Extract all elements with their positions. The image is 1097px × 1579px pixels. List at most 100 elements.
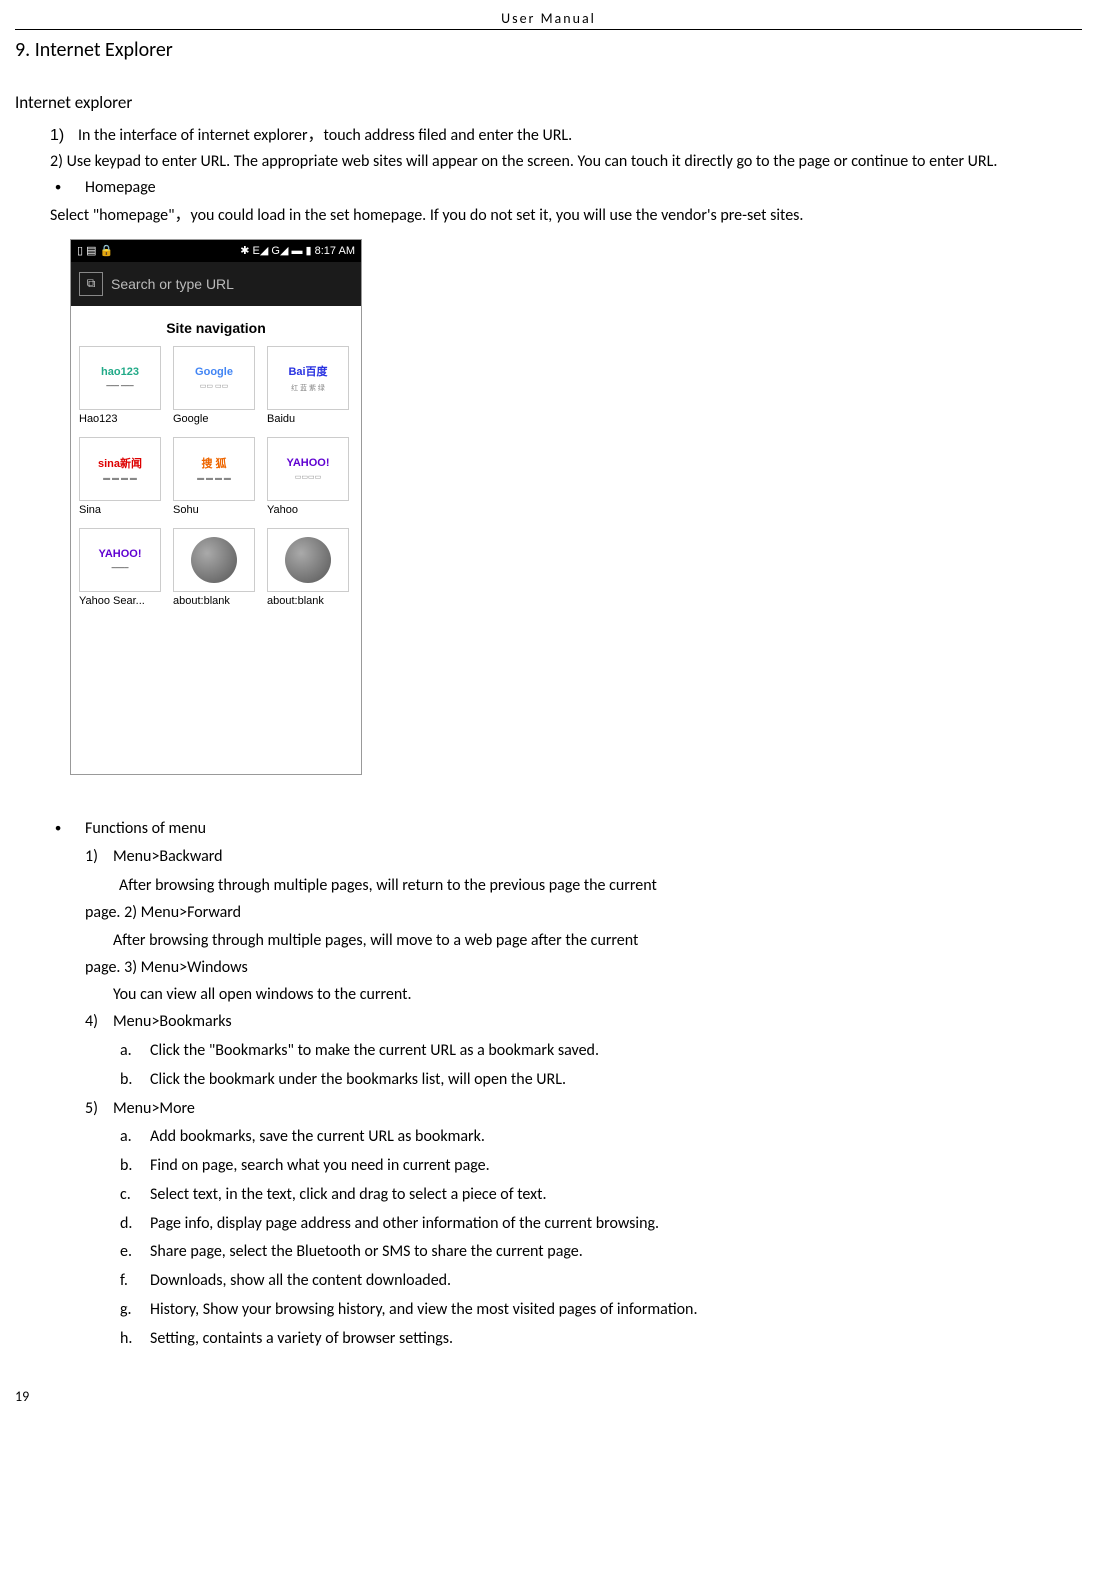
step-2: 2) Use keypad to enter URL. The appropri… [50, 149, 1082, 175]
list-item-text: Downloads, show all the content download… [150, 1267, 451, 1296]
menu-item-4: 4) Menu>Bookmarks [85, 1008, 1082, 1037]
list-item: c.Select text, in the text, click and dr… [120, 1181, 1082, 1210]
list-item-letter: b. [120, 1152, 150, 1181]
list-item: a.Click the "Bookmarks" to make the curr… [120, 1037, 1082, 1066]
list-item: e.Share page, select the Bluetooth or SM… [120, 1238, 1082, 1267]
tile-label: Sina [79, 504, 101, 516]
bullet-functions: ● Functions of menu [55, 815, 1082, 844]
list-item-letter: h. [120, 1325, 150, 1354]
menu-4-text: Menu>Bookmarks [113, 1008, 232, 1037]
tile-label: Sohu [173, 504, 199, 516]
site-tile[interactable]: 搜 狐▬ ▬ ▬ ▬ Sohu [173, 437, 257, 524]
tile-label: Google [173, 413, 208, 425]
menu-3-description: You can view all open windows to the cur… [85, 981, 1082, 1008]
list-item-letter: a. [120, 1123, 150, 1152]
tile-thumbnail: Google▭▭ ▭▭ [173, 346, 255, 410]
tile-thumbnail: Bai百度红 蓝 紫 绿 [267, 346, 349, 410]
tile-label: about:blank [173, 595, 230, 607]
section-title: 9. Internet Explorer [15, 38, 1082, 62]
menu-2-description: After browsing through multiple pages, w… [85, 927, 1082, 981]
list-item-letter: d. [120, 1210, 150, 1239]
step-1-text: In the interface of internet explorer，to… [78, 126, 572, 145]
bullet-icon: ● [55, 819, 85, 837]
tile-thumbnail: hao123━━━ ━━━ [79, 346, 161, 410]
list-item-text: Add bookmarks, save the current URL as b… [150, 1123, 485, 1152]
menu-list: 1) Menu>Backward [85, 843, 1082, 872]
site-tile[interactable]: YAHOO!━━━━ Yahoo Sear... [79, 528, 163, 615]
list-item: h.Setting, containts a variety of browse… [120, 1325, 1082, 1354]
tile-label: Yahoo [267, 504, 298, 516]
site-tile[interactable]: sina新闻▬ ▬ ▬ ▬ Sina [79, 437, 163, 524]
menu-1-desc-line-a: After browsing through multiple pages, w… [85, 872, 1082, 899]
menu-1-desc-line-b: page. 2) Menu>Forward [85, 899, 1082, 926]
menu-3-desc-line: You can view all open windows to the cur… [85, 981, 1082, 1008]
bullet-icon: ● [55, 178, 85, 196]
globe-icon [191, 537, 237, 583]
homepage-description: Select "homepage"，you could load in the … [50, 203, 1082, 229]
phone-screenshot: ▯ ▤ 🔒 ✱ E◢ G◢ ▬ ▮ 8:17 AM ⧉ Search or ty… [70, 239, 362, 775]
menu-2-desc-line-a: After browsing through multiple pages, w… [85, 927, 1082, 954]
list-item-text: Page info, display page address and othe… [150, 1210, 659, 1239]
globe-icon [285, 537, 331, 583]
url-bar[interactable]: ⧉ Search or type URL [71, 262, 361, 306]
tile-thumbnail [267, 528, 349, 592]
tile-label: about:blank [267, 595, 324, 607]
tile-thumbnail: sina新闻▬ ▬ ▬ ▬ [79, 437, 161, 501]
menu-5-sublist: a.Add bookmarks, save the current URL as… [120, 1123, 1082, 1353]
step-1-number: 1) [50, 123, 78, 149]
menu-1-description: After browsing through multiple pages, w… [85, 872, 1082, 926]
site-tile[interactable]: about:blank [173, 528, 257, 615]
tile-thumbnail: YAHOO!━━━━ [79, 528, 161, 592]
menu-4-sublist: a.Click the "Bookmarks" to make the curr… [120, 1037, 1082, 1095]
list-item-letter: e. [120, 1238, 150, 1267]
list-item-text: Select text, in the text, click and drag… [150, 1181, 547, 1210]
list-item-text: History, Show your browsing history, and… [150, 1296, 697, 1325]
tile-thumbnail: 搜 狐▬ ▬ ▬ ▬ [173, 437, 255, 501]
tile-grid: hao123━━━ ━━━ Hao123 Google▭▭ ▭▭ Google Bai百… [71, 346, 361, 615]
menu-5-number: 5) [85, 1095, 113, 1124]
tile-label: Yahoo Sear... [79, 595, 145, 607]
list-item: a.Add bookmarks, save the current URL as… [120, 1123, 1082, 1152]
bullet-homepage: ● Homepage [55, 174, 1082, 203]
menu-4-number: 4) [85, 1008, 113, 1037]
list-item-text: Setting, containts a variety of browser … [150, 1325, 453, 1354]
list-item-text: Click the bookmark under the bookmarks l… [150, 1066, 566, 1095]
page-header: User Manual [15, 10, 1082, 30]
site-tile[interactable]: YAHOO!▭▭▭▭ Yahoo [267, 437, 351, 524]
bullet-functions-text: Functions of menu [85, 815, 206, 844]
list-item-letter: a. [120, 1037, 150, 1066]
list-item-text: Click the "Bookmarks" to make the curren… [150, 1037, 599, 1066]
list-item-letter: b. [120, 1066, 150, 1095]
menu-item-5: 5) Menu>More [85, 1095, 1082, 1124]
list-item: b.Find on page, search what you need in … [120, 1152, 1082, 1181]
list-item-letter: g. [120, 1296, 150, 1325]
status-left-icons: ▯ ▤ 🔒 [77, 244, 113, 257]
status-bar: ▯ ▤ 🔒 ✱ E◢ G◢ ▬ ▮ 8:17 AM [71, 240, 361, 262]
site-tile[interactable]: hao123━━━ ━━━ Hao123 [79, 346, 163, 433]
subtitle: Internet explorer [15, 92, 1082, 113]
page-number: 19 [15, 1388, 1082, 1405]
menu-1-number: 1) [85, 843, 113, 872]
tile-label: Hao123 [79, 413, 118, 425]
step-1: 1)In the interface of internet explorer，… [50, 123, 1082, 149]
list-item: f.Downloads, show all the content downlo… [120, 1267, 1082, 1296]
list-item: g.History, Show your browsing history, a… [120, 1296, 1082, 1325]
site-tile[interactable]: Google▭▭ ▭▭ Google [173, 346, 257, 433]
site-tile[interactable]: about:blank [267, 528, 351, 615]
list-item: b.Click the bookmark under the bookmarks… [120, 1066, 1082, 1095]
list-item-text: Find on page, search what you need in cu… [150, 1152, 490, 1181]
refresh-icon[interactable]: ⧉ [79, 272, 103, 296]
tile-thumbnail: YAHOO!▭▭▭▭ [267, 437, 349, 501]
list-item: d.Page info, display page address and ot… [120, 1210, 1082, 1239]
menu-item-1: 1) Menu>Backward [85, 843, 1082, 872]
list-item-letter: f. [120, 1267, 150, 1296]
menu-5-text: Menu>More [113, 1095, 195, 1124]
site-tile[interactable]: Bai百度红 蓝 紫 绿 Baidu [267, 346, 351, 433]
list-item-letter: c. [120, 1181, 150, 1210]
list-item-text: Share page, select the Bluetooth or SMS … [150, 1238, 583, 1267]
url-placeholder: Search or type URL [111, 276, 234, 292]
bullet-homepage-text: Homepage [85, 174, 156, 203]
site-navigation-title: Site navigation [71, 320, 361, 336]
tile-label: Baidu [267, 413, 295, 425]
menu-1-text: Menu>Backward [113, 843, 223, 872]
